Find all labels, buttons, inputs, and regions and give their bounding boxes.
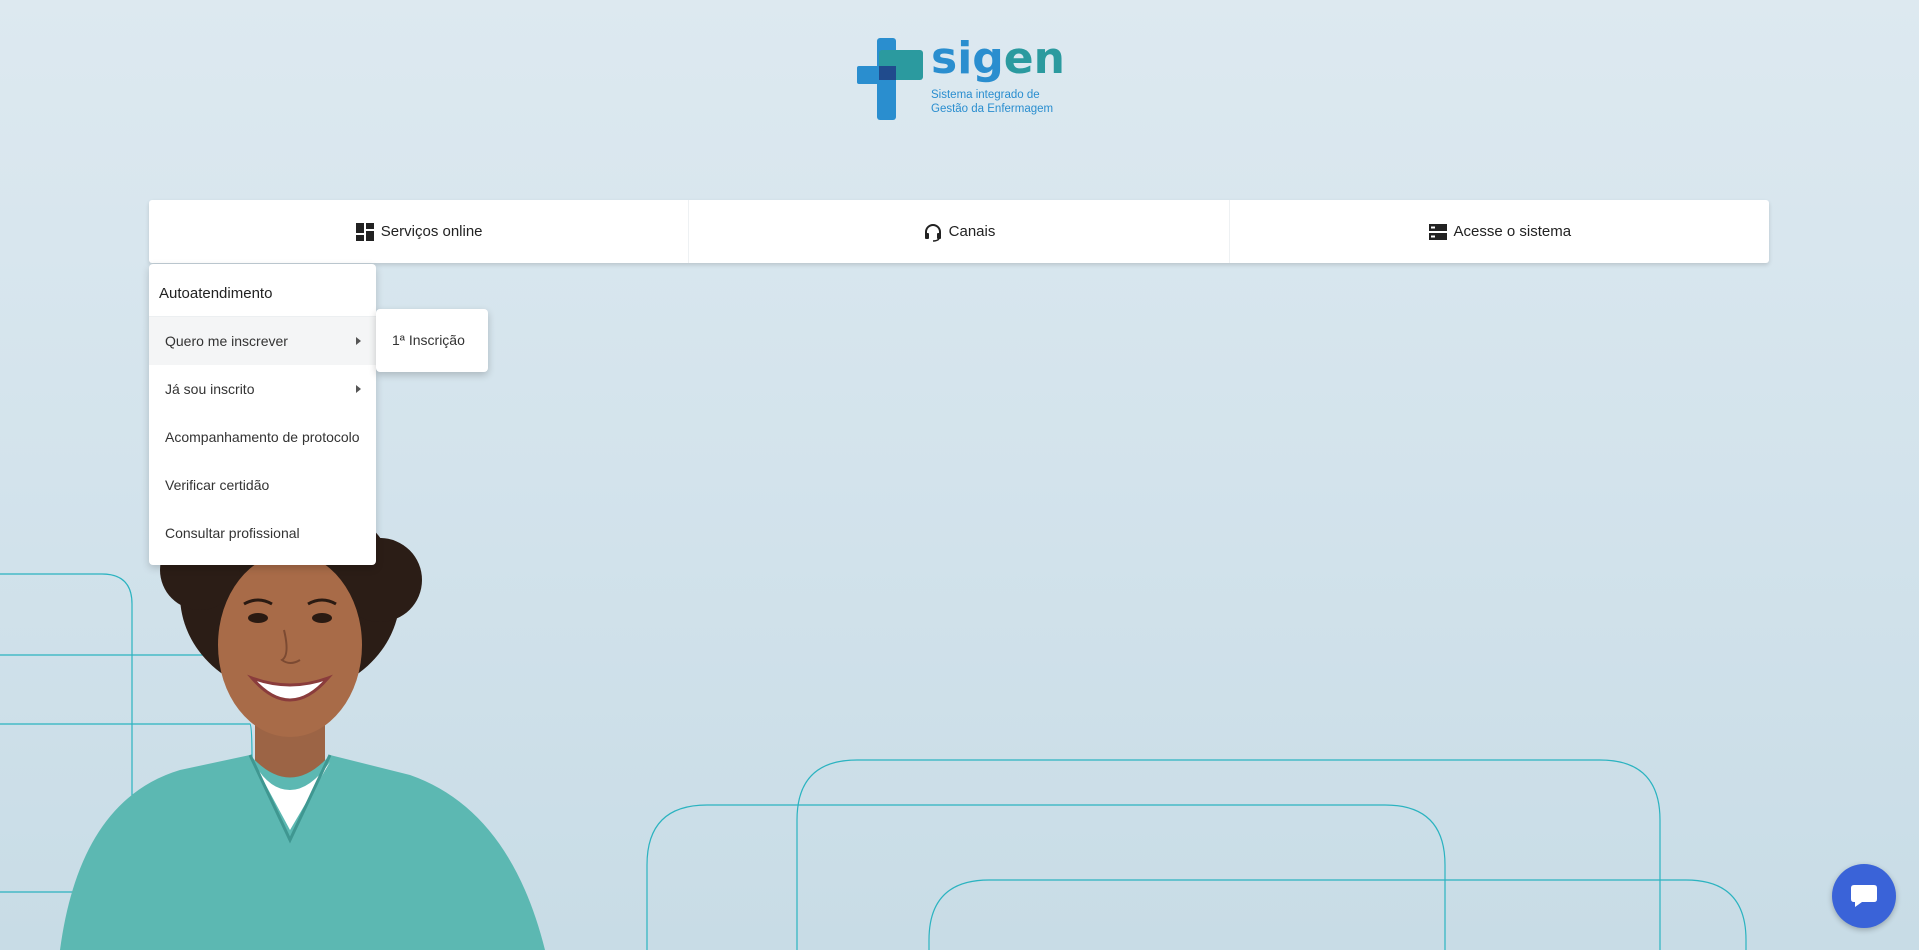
caret-right-icon bbox=[356, 385, 361, 393]
menu-item-consultar-profissional[interactable]: Consultar profissional bbox=[149, 509, 376, 557]
menu-item-acompanhamento-de-protocolo[interactable]: Acompanhamento de protocolo bbox=[149, 413, 376, 461]
menu-item-label: Acompanhamento de protocolo bbox=[165, 429, 360, 445]
menu-item-label: Verificar certidão bbox=[165, 477, 270, 493]
chat-bubble-icon bbox=[1851, 885, 1877, 907]
menu-item-label: Já sou inscrito bbox=[165, 381, 255, 397]
chat-button[interactable] bbox=[1832, 864, 1896, 928]
servicos-online-dropdown: Autoatendimento Quero me inscrever Já so… bbox=[149, 264, 376, 565]
main-nav: Serviços online Canais Acesse o sistema bbox=[149, 200, 1769, 263]
server-icon bbox=[1428, 222, 1448, 242]
logo-tagline-line1: Sistema integrado de bbox=[931, 89, 1040, 101]
sigen-logo[interactable]: sigen Sistema integrado de Gestão da Enf… bbox=[857, 34, 1065, 120]
menu-item-verificar-certidao[interactable]: Verificar certidão bbox=[149, 461, 376, 509]
logo-wordmark: sigen bbox=[931, 34, 1065, 84]
caret-right-icon bbox=[356, 337, 361, 345]
menu-item-ja-sou-inscrito[interactable]: Já sou inscrito bbox=[149, 365, 376, 413]
logo-wordmark-sig: sig bbox=[931, 33, 1004, 84]
nurse-photo bbox=[60, 500, 545, 950]
nav-acesse-o-sistema-label: Acesse o sistema bbox=[1453, 223, 1572, 240]
logo-wordmark-en: en bbox=[1003, 33, 1065, 84]
dashboard-icon bbox=[355, 222, 375, 242]
nav-canais[interactable]: Canais bbox=[689, 200, 1230, 263]
nav-servicos-online[interactable]: Serviços online bbox=[149, 200, 690, 263]
quero-me-inscrever-submenu: 1ª Inscrição bbox=[376, 309, 488, 372]
menu-item-label: Quero me inscrever bbox=[165, 333, 288, 349]
nav-acesse-o-sistema[interactable]: Acesse o sistema bbox=[1230, 200, 1769, 263]
nav-servicos-online-label: Serviços online bbox=[380, 223, 483, 240]
logo-tagline-line2: Gestão da Enfermagem bbox=[931, 103, 1054, 115]
logo-tagline: Sistema integrado de Gestão da Enfermage… bbox=[931, 88, 1065, 116]
logo-cross-mark bbox=[857, 38, 923, 120]
menu-item-quero-me-inscrever[interactable]: Quero me inscrever bbox=[149, 317, 376, 365]
menu-item-label: Consultar profissional bbox=[165, 525, 300, 541]
headset-icon bbox=[923, 222, 943, 242]
menu-header-autoatendimento: Autoatendimento bbox=[149, 264, 376, 317]
submenu-item-primeira-inscricao[interactable]: 1ª Inscrição bbox=[376, 309, 488, 372]
nav-canais-label: Canais bbox=[948, 223, 996, 240]
